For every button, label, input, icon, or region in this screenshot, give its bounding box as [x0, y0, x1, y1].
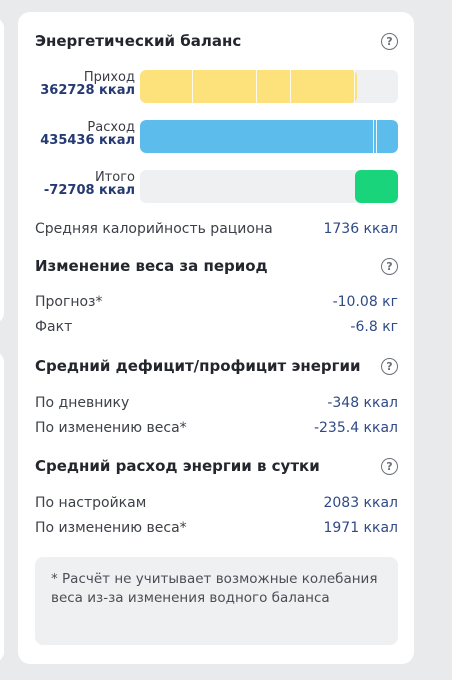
weight-forecast-label: Прогноз* — [35, 294, 103, 310]
income-bar-track — [140, 70, 398, 103]
weight-change-header: Изменение веса за период ? — [35, 257, 398, 275]
adjacent-card-edge — [0, 18, 4, 323]
avg-calories-row: Средняя калорийность рациона 1736 ккал — [35, 221, 398, 237]
avg-calories-label: Средняя калорийность рациона — [35, 221, 273, 237]
bar-segment-divider — [373, 120, 375, 153]
deficit-weight-row: По изменению веса* -235.4 ккал — [35, 420, 398, 436]
weight-fact-row: Факт -6.8 кг — [35, 319, 398, 335]
expense-label-group: Расход 435436 ккал — [35, 121, 135, 147]
energy-balance-title: Энергетический баланс — [35, 32, 242, 50]
calculation-note: * Расчёт не учитывает возможные колебани… — [35, 557, 398, 645]
bar-segment-divider — [191, 70, 193, 103]
total-bar-row: Итого -72708 ккал — [35, 169, 398, 203]
deficit-title: Средний дефицит/профицит энергии — [35, 357, 361, 375]
weight-fact-value: -6.8 кг — [350, 319, 398, 335]
expense-bar-fill — [140, 120, 398, 153]
energy-balance-card: Энергетический баланс ? Приход 362728 кк… — [18, 12, 414, 664]
help-icon[interactable]: ? — [381, 257, 398, 275]
income-bar-fill — [140, 70, 357, 103]
deficit-header: Средний дефицит/профицит энергии ? — [35, 357, 398, 375]
weight-forecast-row: Прогноз* -10.08 кг — [35, 294, 398, 310]
deficit-diary-value: -348 ккал — [327, 395, 398, 411]
daily-expense-settings-row: По настройкам 2083 ккал — [35, 495, 398, 511]
total-value: -72708 ккал — [43, 183, 135, 198]
income-label-group: Приход 362728 ккал — [35, 71, 135, 97]
bar-segment-divider — [354, 70, 356, 103]
adjacent-card-edge — [0, 352, 4, 662]
deficit-weight-value: -235.4 ккал — [313, 420, 398, 436]
daily-expense-settings-label: По настройкам — [35, 495, 147, 511]
energy-balance-header: Энергетический баланс ? — [35, 32, 398, 50]
daily-expense-weight-label: По изменению веса* — [35, 520, 187, 536]
deficit-diary-row: По дневнику -348 ккал — [35, 395, 398, 411]
daily-expense-weight-row: По изменению веса* 1971 ккал — [35, 520, 398, 536]
help-icon[interactable]: ? — [381, 357, 398, 375]
bar-segment-divider — [376, 120, 378, 153]
bar-segment-divider — [256, 70, 258, 103]
avg-calories-value: 1736 ккал — [323, 221, 398, 237]
help-icon[interactable]: ? — [381, 457, 398, 475]
weight-change-title: Изменение веса за период — [35, 257, 268, 275]
expense-bar-track — [140, 120, 398, 153]
total-bar-fill — [354, 170, 398, 203]
daily-expense-title: Средний расход энергии в сутки — [35, 457, 320, 475]
daily-expense-settings-value: 2083 ккал — [323, 495, 398, 511]
deficit-diary-label: По дневнику — [35, 395, 130, 411]
daily-expense-weight-value: 1971 ккал — [323, 520, 398, 536]
total-bar-track — [140, 170, 398, 203]
expense-bar-row: Расход 435436 ккал — [35, 119, 398, 153]
expense-value: 435436 ккал — [40, 133, 135, 148]
help-icon[interactable]: ? — [381, 32, 398, 50]
deficit-weight-label: По изменению веса* — [35, 420, 187, 436]
bar-segment-divider — [289, 70, 291, 103]
total-label-group: Итого -72708 ккал — [35, 171, 135, 197]
income-value: 362728 ккал — [40, 83, 135, 98]
daily-expense-header: Средний расход энергии в сутки ? — [35, 457, 398, 475]
weight-forecast-value: -10.08 кг — [332, 294, 398, 310]
income-bar-row: Приход 362728 ккал — [35, 69, 398, 103]
weight-fact-label: Факт — [35, 319, 73, 335]
